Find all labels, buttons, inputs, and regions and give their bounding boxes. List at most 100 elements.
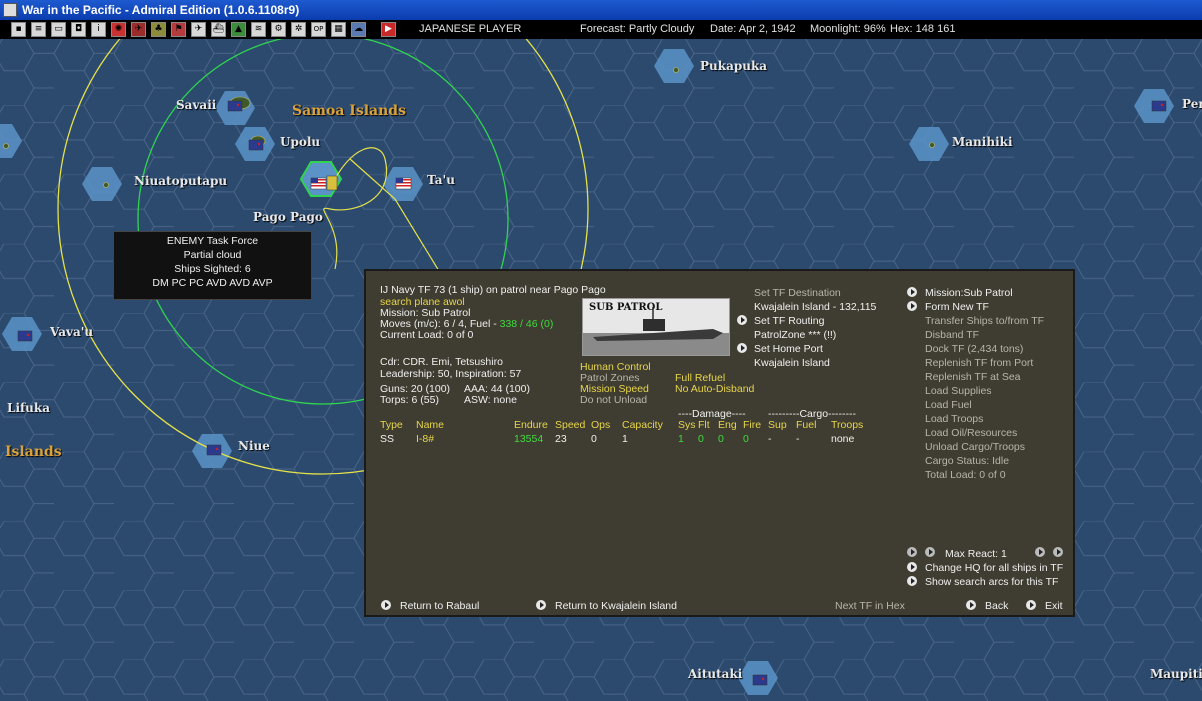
tf-torps: Torps: 6 (55) <box>380 394 439 406</box>
japan-flag-icon[interactable]: ✺ <box>111 22 126 37</box>
next-arrow-icon[interactable] <box>1035 547 1045 557</box>
end-turn-icon[interactable]: ▶ <box>381 22 396 37</box>
window-title-bar: War in the Pacific - Admiral Edition (1.… <box>0 0 1202 20</box>
tf-menu-item[interactable]: Load Troops <box>925 413 983 426</box>
first-arrow-icon[interactable] <box>907 547 917 557</box>
next-tf-in-hex-link[interactable]: Next TF in Hex <box>835 600 905 613</box>
enemy-tf-tooltip: ENEMY Task Force Partial cloud Ships Sig… <box>113 231 312 300</box>
info-icon[interactable]: i <box>91 22 106 37</box>
land-units-icon[interactable]: ♣ <box>151 22 166 37</box>
label-savaii: Savaii <box>176 98 217 112</box>
convoy-icon[interactable]: ≋ <box>251 22 266 37</box>
tf-menu-item[interactable]: Transfer Ships to/from TF <box>925 315 1044 328</box>
set-tf-destination-link[interactable]: Set TF Destination <box>754 287 841 300</box>
tf-menu-item[interactable]: Load Fuel <box>925 399 972 412</box>
tf-menu-item[interactable]: Replenish TF from Port <box>925 357 1033 370</box>
set-home-port-link[interactable]: Set Home Port <box>754 343 823 356</box>
arrow-button-icon[interactable] <box>907 287 917 297</box>
terrain-icon[interactable]: ▲ <box>231 22 246 37</box>
ship-name-link[interactable]: I-8# <box>416 433 434 446</box>
task-force-panel: IJ Navy TF 73 (1 ship) on patrol near Pa… <box>364 269 1075 617</box>
tf-menu-item[interactable]: Disband TF <box>925 329 979 342</box>
max-react-value: Max React: 1 <box>945 548 1007 560</box>
hq-flag-icon[interactable]: ⚑ <box>171 22 186 37</box>
forecast-label: Forecast: Partly Cloudy <box>580 23 695 35</box>
table-cell: 0 <box>698 433 704 445</box>
tf-menu-item[interactable]: Total Load: 0 of 0 <box>925 469 1006 482</box>
tf-menu-item[interactable]: Unload Cargo/Troops <box>925 441 1025 454</box>
label-manihiki: Manihiki <box>952 135 1013 149</box>
table-header-cell: Speed <box>555 419 586 431</box>
back-arrow-icon[interactable] <box>966 600 976 610</box>
ship-list-icon[interactable]: ▭ <box>51 22 66 37</box>
weather-icon[interactable]: ☁ <box>351 22 366 37</box>
table-cell: 0 <box>591 433 597 445</box>
tf-menu-item[interactable]: Load Oil/Resources <box>925 427 1017 440</box>
tooltip-title: ENEMY Task Force <box>166 235 259 247</box>
back-button[interactable]: Back <box>985 600 1008 613</box>
table-header-cell: Endure <box>514 419 548 431</box>
arrow-button-icon[interactable] <box>737 315 747 325</box>
app-icon <box>3 3 17 17</box>
exit-arrow-icon[interactable] <box>1026 600 1036 610</box>
sub-patrol-image: SUB PATROL <box>582 298 730 356</box>
table-cell: 23 <box>555 433 567 445</box>
home-port-value: Kwajalein Island <box>754 357 830 369</box>
ships-icon[interactable]: ⛴ <box>211 22 226 37</box>
table-cell: none <box>831 433 855 445</box>
change-hq-link[interactable]: Change HQ for all ships in TF <box>925 562 1063 575</box>
tf-menu-item[interactable]: Form New TF <box>925 301 989 314</box>
date-label: Date: Apr 2, 1942 <box>710 23 796 35</box>
table-cell: - <box>796 433 800 445</box>
table-header-cell: Troops <box>831 419 864 431</box>
table-header-cell: Flt <box>698 419 710 431</box>
production-icon[interactable]: ⚙ <box>271 22 286 37</box>
tf-menu-item[interactable]: Cargo Status: Idle <box>925 455 1009 468</box>
air-units-icon[interactable]: ✈ <box>131 22 146 37</box>
settings-icon[interactable]: ✲ <box>291 22 306 37</box>
tf-asw: ASW: none <box>464 394 517 406</box>
opt-no-auto-disband[interactable]: No Auto-Disband <box>675 383 754 396</box>
tf-fuel-value: 338 / 46 (0) <box>499 318 554 330</box>
set-tf-routing-link[interactable]: Set TF Routing <box>754 315 824 328</box>
arrow-button-icon[interactable] <box>907 562 917 572</box>
reports-icon[interactable]: ≡ <box>31 22 46 37</box>
return-to-kwajalein-link[interactable]: Return to Kwajalein Island <box>555 600 677 613</box>
tf-destination-value: Kwajalein Island - 132,115 <box>754 301 877 313</box>
tooltip-weather: Partial cloud <box>183 249 242 261</box>
bases-icon[interactable]: ◘ <box>71 22 86 37</box>
return-to-rabaul-link[interactable]: Return to Rabaul <box>400 600 479 613</box>
tf-current-load: Current Load: 0 of 0 <box>380 329 474 341</box>
map-view-icon[interactable]: ▪ <box>11 22 26 37</box>
prev-arrow-icon[interactable] <box>925 547 935 557</box>
player-label: JAPANESE PLAYER <box>419 23 522 35</box>
table-cell: 1 <box>678 433 684 445</box>
table-header-cell: Type <box>380 419 403 431</box>
tf-menu-item[interactable]: Dock TF (2,434 tons) <box>925 343 1023 356</box>
exit-button[interactable]: Exit <box>1045 600 1063 613</box>
label-pago-pago: Pago Pago <box>253 210 323 224</box>
label-pen: Pen <box>1182 97 1202 111</box>
arrow-button-icon[interactable] <box>737 343 747 353</box>
opt-do-not-unload[interactable]: Do not Unload <box>580 394 647 407</box>
arrow-button-icon[interactable] <box>381 600 391 610</box>
tf-menu-item[interactable]: Replenish TF at Sea <box>925 371 1021 384</box>
label-lifuka: Lifuka <box>7 401 50 415</box>
arrow-button-icon[interactable] <box>536 600 546 610</box>
aircraft-icon[interactable]: ✈ <box>191 22 206 37</box>
table-cell: - <box>768 433 772 445</box>
arrow-button-icon[interactable] <box>907 301 917 311</box>
table-cell: 1 <box>622 433 628 445</box>
tf-menu-item[interactable]: Mission:Sub Patrol <box>925 287 1013 300</box>
label-vavau: Vava'u <box>50 325 94 339</box>
arrow-button-icon[interactable] <box>907 576 917 586</box>
label-niuatoputapu: Niuatoputapu <box>134 174 228 188</box>
tf-menu-item[interactable]: Load Supplies <box>925 385 992 398</box>
last-arrow-icon[interactable] <box>1053 547 1063 557</box>
show-search-arcs-link[interactable]: Show search arcs for this TF <box>925 576 1058 589</box>
table-header-cell: Sys <box>678 419 696 431</box>
ops-icon[interactable]: OP <box>311 22 326 37</box>
label-pukapuka: Pukapuka <box>700 59 768 73</box>
map-filter-icon[interactable]: ▦ <box>331 22 346 37</box>
table-header-cell: Name <box>416 419 445 431</box>
